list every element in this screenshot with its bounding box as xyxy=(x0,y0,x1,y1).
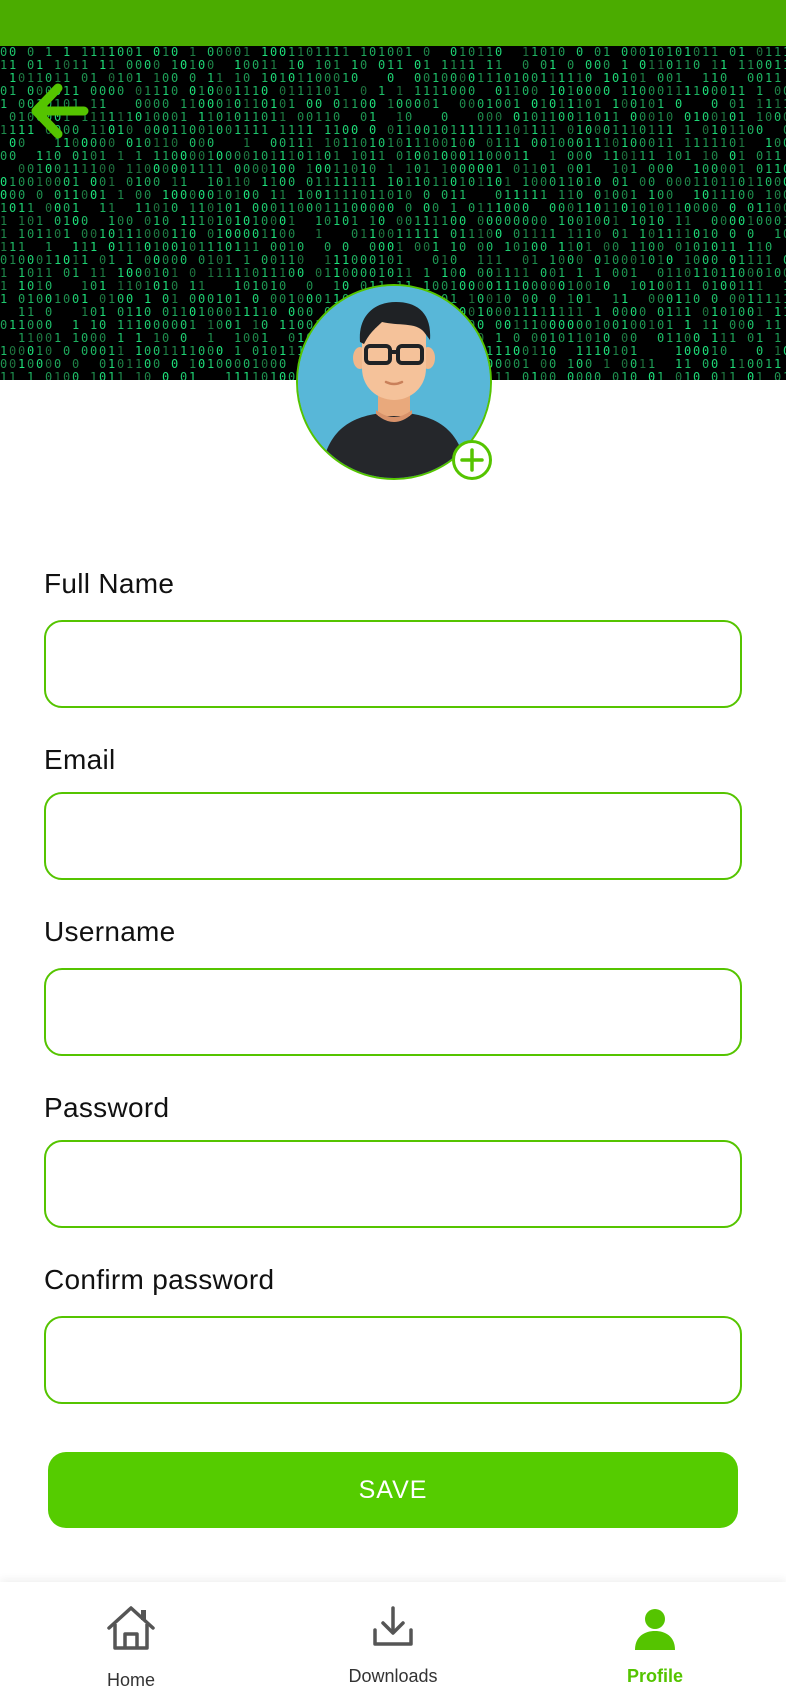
svg-text:00011100011011011110011: 00011100011011011110011 xyxy=(756,46,763,380)
svg-text:000100100111010111: 000100100111010111 xyxy=(126,46,133,371)
svg-text:01011110111100111011: 01011110111100111011 xyxy=(117,46,124,380)
svg-text:101101110110011111: 101101110110011111 xyxy=(765,46,772,371)
svg-text:01010000010000011000000: 01010000010000011000000 xyxy=(144,58,151,380)
svg-text:11111111100010100011: 11111111100010100011 xyxy=(738,46,745,380)
svg-text:10001111110011010011010: 10001111110011010011010 xyxy=(522,46,529,380)
svg-text:0111110001010101100110: 0111110001010101100110 xyxy=(252,58,259,380)
username-label: Username xyxy=(44,916,176,947)
svg-text:010011010011000110011000: 010011010011000110011000 xyxy=(279,46,286,380)
nav-item-downloads[interactable]: Downloads xyxy=(262,1582,524,1702)
svg-text:00110001100010101001001: 00110001100010101001001 xyxy=(153,46,160,380)
svg-text:11001101101010001001001: 11001101101010001001001 xyxy=(477,46,484,380)
svg-text:010010001100010100101110: 010010001100010100101110 xyxy=(729,46,736,380)
svg-text:11001000101100010011111: 11001000101100010011111 xyxy=(189,46,196,380)
svg-text:0011001000001100001: 0011001000001100001 xyxy=(225,46,232,380)
arrow-left-icon xyxy=(31,83,89,139)
back-button[interactable] xyxy=(28,80,96,142)
svg-text:0011110001010001001000: 0011110001010001001000 xyxy=(540,46,547,380)
svg-text:10100011110111001111110: 10100011110111001111110 xyxy=(135,46,142,380)
nav-label-profile: Profile xyxy=(626,1666,683,1686)
svg-text:01110001110111111100: 01110001110111111100 xyxy=(675,46,682,380)
profile-edit-screen: 0101100011110111010100111010010011100100… xyxy=(0,0,786,1702)
svg-text:010100110110101001: 010100110110101001 xyxy=(558,46,565,380)
nav-item-profile[interactable]: Profile xyxy=(524,1582,786,1702)
save-button[interactable]: SAVE xyxy=(48,1452,738,1528)
svg-text:001111110000100000: 001111110000100000 xyxy=(693,46,700,380)
svg-text:1001001011011000001: 1001001011011000001 xyxy=(747,58,754,380)
svg-text:111001101000011110000: 111001101000011110000 xyxy=(513,71,520,380)
email-label: Email xyxy=(44,744,116,775)
svg-text:110111010011101101000001: 110111010011101101000001 xyxy=(99,46,106,380)
svg-text:01110100100111001: 01110100100111001 xyxy=(9,46,16,380)
svg-text:1100100011100111110: 1100100011100111110 xyxy=(108,46,115,380)
svg-text:11011111001101101010100: 11011111001101101010100 xyxy=(288,46,295,380)
svg-text:110001101001101001001: 110001101001101001001 xyxy=(702,46,709,380)
svg-text:101101101000000011100: 101101101000000011100 xyxy=(297,46,304,380)
svg-text:0011000011110110111010: 0011000011110110111010 xyxy=(18,71,25,380)
svg-text:1000010101010100110110: 1000010101010100110110 xyxy=(531,46,538,380)
svg-text:101000110110000010000101: 101000110110000010000101 xyxy=(162,46,169,380)
svg-text:011101100110000100101: 011101100110000100101 xyxy=(612,71,619,380)
full-name-input[interactable] xyxy=(44,620,742,708)
svg-text:010110001111011101010: 010110001111011101010 xyxy=(0,46,7,380)
svg-text:01110110010010010100011: 01110110010010010100011 xyxy=(621,46,628,380)
password-input[interactable] xyxy=(44,1140,742,1228)
svg-text:1110111001111011110011: 1110111001111011110011 xyxy=(684,46,691,380)
nav-label-home: Home xyxy=(106,1670,155,1690)
confirm-password-input[interactable] xyxy=(44,1316,742,1404)
svg-text:01100011010010011110011010: 01100011010010011110011010 xyxy=(495,46,502,380)
svg-text:0101000101110101000: 0101000101110101000 xyxy=(198,58,205,380)
svg-text:000100100000011111101: 000100100000011111101 xyxy=(594,46,601,380)
status-bar xyxy=(0,0,786,46)
svg-text:0000101011111101001001: 0000101011111101001001 xyxy=(585,58,592,380)
svg-text:0111001001111011111111010: 0111001001111011111111010 xyxy=(234,46,241,380)
svg-text:11110111110011000101000: 11110111110011000101000 xyxy=(549,46,556,380)
svg-text:11110100011000100001010: 11110100011000100001010 xyxy=(486,46,493,380)
email-input[interactable] xyxy=(44,792,742,880)
svg-text:01011011110010011000010: 01011011110010011000010 xyxy=(270,46,277,380)
svg-text:00101000100011100010: 00101000100011100010 xyxy=(639,46,646,380)
svg-text:00100101111110110001000: 00100101111110110001000 xyxy=(630,46,637,380)
svg-text:01011011001110001010: 01011011001110001010 xyxy=(504,71,511,380)
download-icon xyxy=(373,1606,413,1646)
username-input[interactable] xyxy=(44,968,742,1056)
svg-text:01000100010010010110100: 01000100010010010110100 xyxy=(171,46,178,380)
password-label: Password xyxy=(44,1092,170,1123)
home-icon xyxy=(107,1606,155,1650)
svg-text:1110100110000101111110: 1110100110000101111110 xyxy=(774,46,781,380)
confirm-password-label: Confirm password xyxy=(44,1264,275,1295)
nav-item-home[interactable]: Home xyxy=(0,1582,262,1702)
svg-text:1010101111001000010: 1010101111001000010 xyxy=(603,46,610,380)
profile-icon xyxy=(635,1609,675,1650)
svg-text:1100010100111000101100: 1100010100111000101100 xyxy=(648,46,655,380)
svg-text:100101011011001011: 100101011011001011 xyxy=(720,58,727,380)
svg-text:01011100000101001001011001: 01011100000101001001011001 xyxy=(576,46,583,380)
bottom-nav: Home Downloads Profile xyxy=(0,1582,786,1702)
nav-label-downloads: Downloads xyxy=(348,1666,438,1686)
add-photo-button[interactable] xyxy=(452,440,492,480)
plus-circle-icon xyxy=(460,448,484,472)
svg-text:01110000011001101110110: 01110000011001101110110 xyxy=(567,58,574,380)
svg-text:11100011000100000010111100: 11100011000100000010111100 xyxy=(711,46,718,380)
svg-text:0100000101111101100001: 0100000101111101100001 xyxy=(216,46,223,380)
svg-text:01001111000010100000011: 01001111000010100000011 xyxy=(657,46,664,380)
svg-text:11100010010010101011000: 11100010010010101011000 xyxy=(261,46,268,380)
svg-text:10011111000000111010010: 10011111000000111010010 xyxy=(243,46,250,380)
svg-text:011100101110100101: 011100101110100101 xyxy=(180,58,187,380)
svg-text:0010011011100001110011011: 0010011011100001110011011 xyxy=(207,46,214,380)
svg-text:100101110001101001110: 100101110001101001110 xyxy=(666,46,673,380)
full-name-label: Full Name xyxy=(44,568,175,599)
